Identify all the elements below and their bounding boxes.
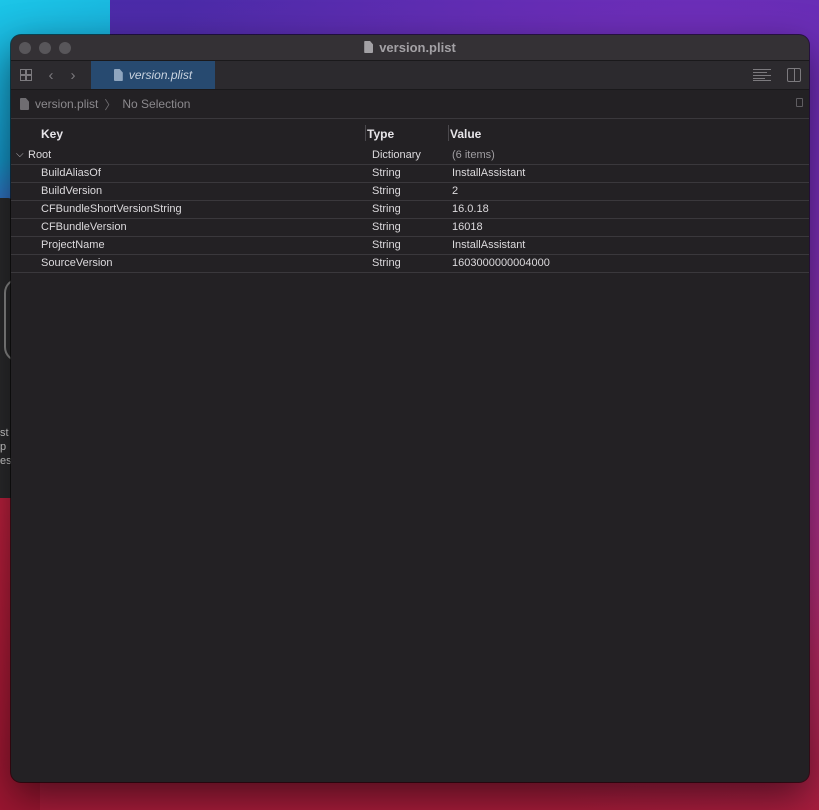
table-row[interactable]: BuildAliasOf String InstallAssistant (11, 165, 809, 183)
grid-icon (20, 69, 32, 81)
table-header: Key Type Value (11, 119, 809, 147)
toolbar: ‹ › version.plist (11, 61, 809, 90)
row-value: 16.0.18 (452, 203, 489, 215)
row-value: InstallAssistant (452, 239, 526, 251)
table-row[interactable]: CFBundleVersion String 16018 (11, 219, 809, 237)
column-header-value[interactable]: Value (450, 127, 481, 141)
chevron-down-icon[interactable]: ⌵ (16, 150, 25, 160)
row-type: String (372, 239, 401, 251)
background-window-text-3: es (0, 455, 12, 467)
inspector-toggle-button[interactable] (785, 61, 803, 89)
row-type: String (372, 185, 401, 197)
document-icon (113, 69, 123, 81)
document-icon (364, 41, 374, 53)
tab-version-plist[interactable]: version.plist (91, 61, 215, 89)
table-row[interactable]: CFBundleShortVersionString String 16.0.1… (11, 201, 809, 219)
forward-button[interactable]: › (65, 61, 81, 89)
background-window-text-1: st (0, 427, 9, 439)
title-bar[interactable]: version.plist (11, 35, 809, 61)
background-window-text-2: p (0, 441, 7, 453)
row-value: InstallAssistant (452, 167, 526, 179)
row-key: BuildVersion (41, 185, 103, 197)
jump-bar-file[interactable]: version.plist (35, 97, 98, 111)
row-value: (6 items) (452, 149, 495, 161)
row-value: 2 (452, 185, 459, 197)
row-key: CFBundleVersion (41, 221, 127, 233)
editor-options-button[interactable] (751, 61, 773, 89)
related-items-button[interactable] (17, 61, 35, 89)
row-value: 16018 (452, 221, 483, 233)
column-header-type[interactable]: Type (367, 127, 394, 141)
chevron-right-icon: › (70, 66, 76, 84)
sidebar-toggle-icon (787, 68, 801, 82)
jump-bar: version.plist 〉 No Selection (11, 90, 809, 119)
table-row[interactable]: BuildVersion String 2 (11, 183, 809, 201)
table-row[interactable]: SourceVersion String 1603000000004000 (11, 255, 809, 273)
back-button[interactable]: ‹ (43, 61, 59, 89)
row-type: String (372, 167, 401, 179)
tab-label: version.plist (128, 68, 193, 82)
row-key: BuildAliasOf (41, 167, 101, 179)
row-key: CFBundleShortVersionString (41, 203, 182, 215)
jump-bar-selection[interactable]: No Selection (122, 97, 190, 111)
window-title-text: version.plist (379, 40, 456, 55)
column-header-key[interactable]: Key (41, 127, 63, 141)
chevron-left-icon: ‹ (48, 66, 54, 84)
document-icon (20, 98, 29, 110)
plist-rows: ⌵ Root Dictionary (6 items) BuildAliasOf… (11, 147, 809, 273)
row-type: String (372, 203, 401, 215)
row-type: Dictionary (372, 149, 421, 161)
row-value: 1603000000004000 (452, 257, 550, 269)
chevron-right-icon: 〉 (104, 97, 117, 112)
window-title: version.plist (11, 40, 809, 55)
row-type: String (372, 221, 401, 233)
table-row[interactable]: ProjectName String InstallAssistant (11, 237, 809, 255)
column-divider[interactable] (448, 125, 449, 141)
row-type: String (372, 257, 401, 269)
row-key: SourceVersion (41, 257, 113, 269)
lines-icon (753, 69, 771, 81)
row-key: ProjectName (41, 239, 105, 251)
row-key: Root (28, 149, 52, 161)
table-row-root[interactable]: ⌵ Root Dictionary (6 items) (11, 147, 809, 165)
column-divider[interactable] (365, 125, 366, 141)
plist-editor-window: version.plist ‹ › version.plist version.… (11, 35, 809, 782)
lock-icon[interactable] (796, 98, 803, 107)
